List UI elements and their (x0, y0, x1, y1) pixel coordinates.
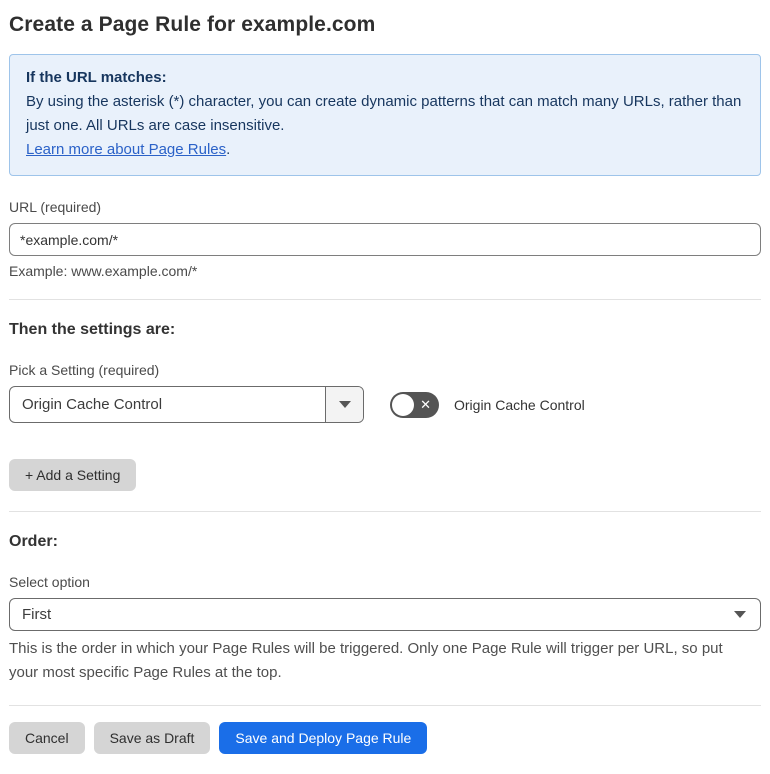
page-title: Create a Page Rule for example.com (9, 13, 376, 36)
setting-select-value: Origin Cache Control (22, 396, 163, 413)
link-suffix: . (226, 141, 231, 158)
pick-setting-label: Pick a Setting (required) (9, 362, 160, 378)
chevron-down-icon (338, 401, 351, 408)
order-select-value: First (22, 606, 52, 623)
order-section-heading: Order: (9, 533, 58, 550)
toggle-knob (392, 393, 414, 416)
order-help-text: This is the order in which your Page Rul… (9, 640, 723, 681)
divider (9, 299, 761, 300)
create-page-rule-panel: Create a Page Rule for example.com If th… (0, 0, 770, 774)
info-box-heading: If the URL matches: (26, 69, 167, 86)
url-field-label: URL (required) (9, 199, 102, 215)
settings-section-heading: Then the settings are: (9, 321, 176, 338)
url-match-info-box: If the URL matches: By using the asteris… (9, 54, 761, 176)
save-and-deploy-button[interactable]: Save and Deploy Page Rule (219, 722, 428, 754)
info-box-link-line: Learn more about Page Rules. (26, 138, 744, 162)
divider (9, 705, 761, 706)
setting-select[interactable]: Origin Cache Control (9, 386, 364, 423)
chevron-down-icon (734, 611, 746, 618)
order-select[interactable]: First (9, 598, 761, 631)
setting-select-arrow-button[interactable] (325, 387, 363, 422)
cancel-button[interactable]: Cancel (9, 722, 85, 754)
save-as-draft-button[interactable]: Save as Draft (93, 722, 211, 754)
toggle-label: Origin Cache Control (454, 396, 585, 413)
url-input[interactable] (9, 223, 761, 256)
toggle-off-x-icon: ✕ (420, 397, 431, 412)
divider (9, 511, 761, 512)
origin-cache-control-toggle[interactable]: ✕ (390, 391, 439, 418)
order-select-label: Select option (9, 574, 90, 590)
info-box-body: By using the asterisk (*) character, you… (26, 93, 742, 134)
learn-more-link[interactable]: Learn more about Page Rules (26, 141, 226, 158)
add-setting-button[interactable]: + Add a Setting (9, 459, 137, 491)
setting-row: Origin Cache Control ✕ Origin Cache Cont… (9, 386, 761, 423)
url-example-text: Example: www.example.com/* (9, 263, 198, 279)
form-actions: Cancel Save as Draft Save and Deploy Pag… (9, 722, 761, 754)
